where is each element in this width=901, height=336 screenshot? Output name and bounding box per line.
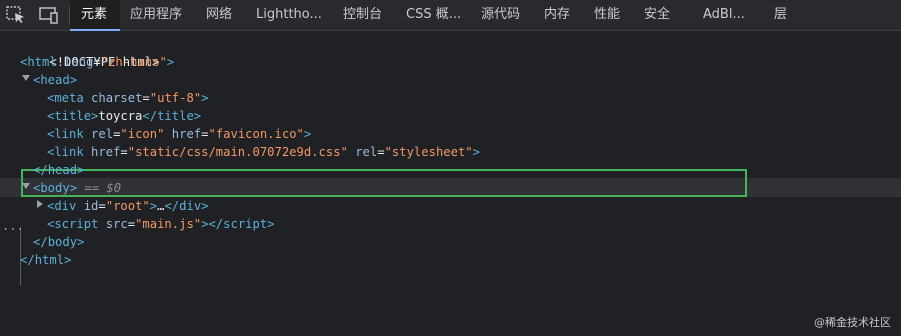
elements-tree: <!DOCTYPE html> <html lang="zh-hans"> <h… [0, 31, 901, 336]
annotation-highlight-box [21, 169, 747, 197]
head-node[interactable]: <head> [33, 71, 77, 89]
tab-network[interactable]: 网络 [206, 0, 232, 30]
tab-elements[interactable]: 元素 [70, 0, 120, 31]
collapse-triangle-icon[interactable] [37, 200, 43, 208]
body-close-node[interactable]: </body> [33, 233, 84, 251]
link-stylesheet-node[interactable]: <link href="static/css/main.07072e9d.css… [47, 143, 480, 161]
tab-adblock[interactable]: AdBl... [703, 0, 745, 30]
expand-triangle-icon[interactable] [22, 183, 30, 189]
tab-security[interactable]: 安全 [644, 0, 670, 30]
tab-performance[interactable]: 性能 [594, 0, 620, 30]
tab-css-overview[interactable]: CSS 概... [406, 0, 461, 30]
html-node[interactable]: <html lang="zh-hans"> [20, 53, 174, 71]
tab-application[interactable]: 应用程序 [130, 0, 182, 30]
script-node[interactable]: <script src="main.js"></script> [47, 215, 275, 233]
tab-layers[interactable]: 层 [774, 0, 787, 30]
doctype-node[interactable]: <!DOCTYPE html> [20, 35, 159, 69]
html-close-node[interactable]: </html> [20, 251, 71, 269]
meta-node[interactable]: <meta charset="utf-8"> [47, 89, 208, 107]
div-root-node[interactable]: <div id="root">…</div> [47, 197, 209, 215]
head-close-node[interactable]: </head> [33, 161, 84, 179]
tab-lighthouse[interactable]: Lighttho... [256, 0, 322, 30]
inspect-element-icon[interactable] [6, 6, 26, 24]
body-node[interactable]: <body> == $0 [33, 179, 121, 197]
tab-sources[interactable]: 源代码 [481, 0, 520, 30]
device-toolbar-icon[interactable] [39, 6, 59, 24]
link-icon-node[interactable]: <link rel="icon" href="favicon.ico"> [47, 125, 311, 143]
devtools-toolbar: 元素 应用程序 网络 Lighttho... 控制台 CSS 概... 源代码 … [0, 0, 901, 31]
expand-triangle-icon[interactable] [22, 75, 30, 81]
tab-memory[interactable]: 内存 [544, 0, 570, 30]
watermark: @稀金技术社区 [814, 316, 891, 329]
title-node[interactable]: <title>toycra</title> [47, 107, 201, 125]
tab-console[interactable]: 控制台 [343, 0, 382, 30]
ellipsis-icon[interactable]: ... [2, 219, 24, 233]
